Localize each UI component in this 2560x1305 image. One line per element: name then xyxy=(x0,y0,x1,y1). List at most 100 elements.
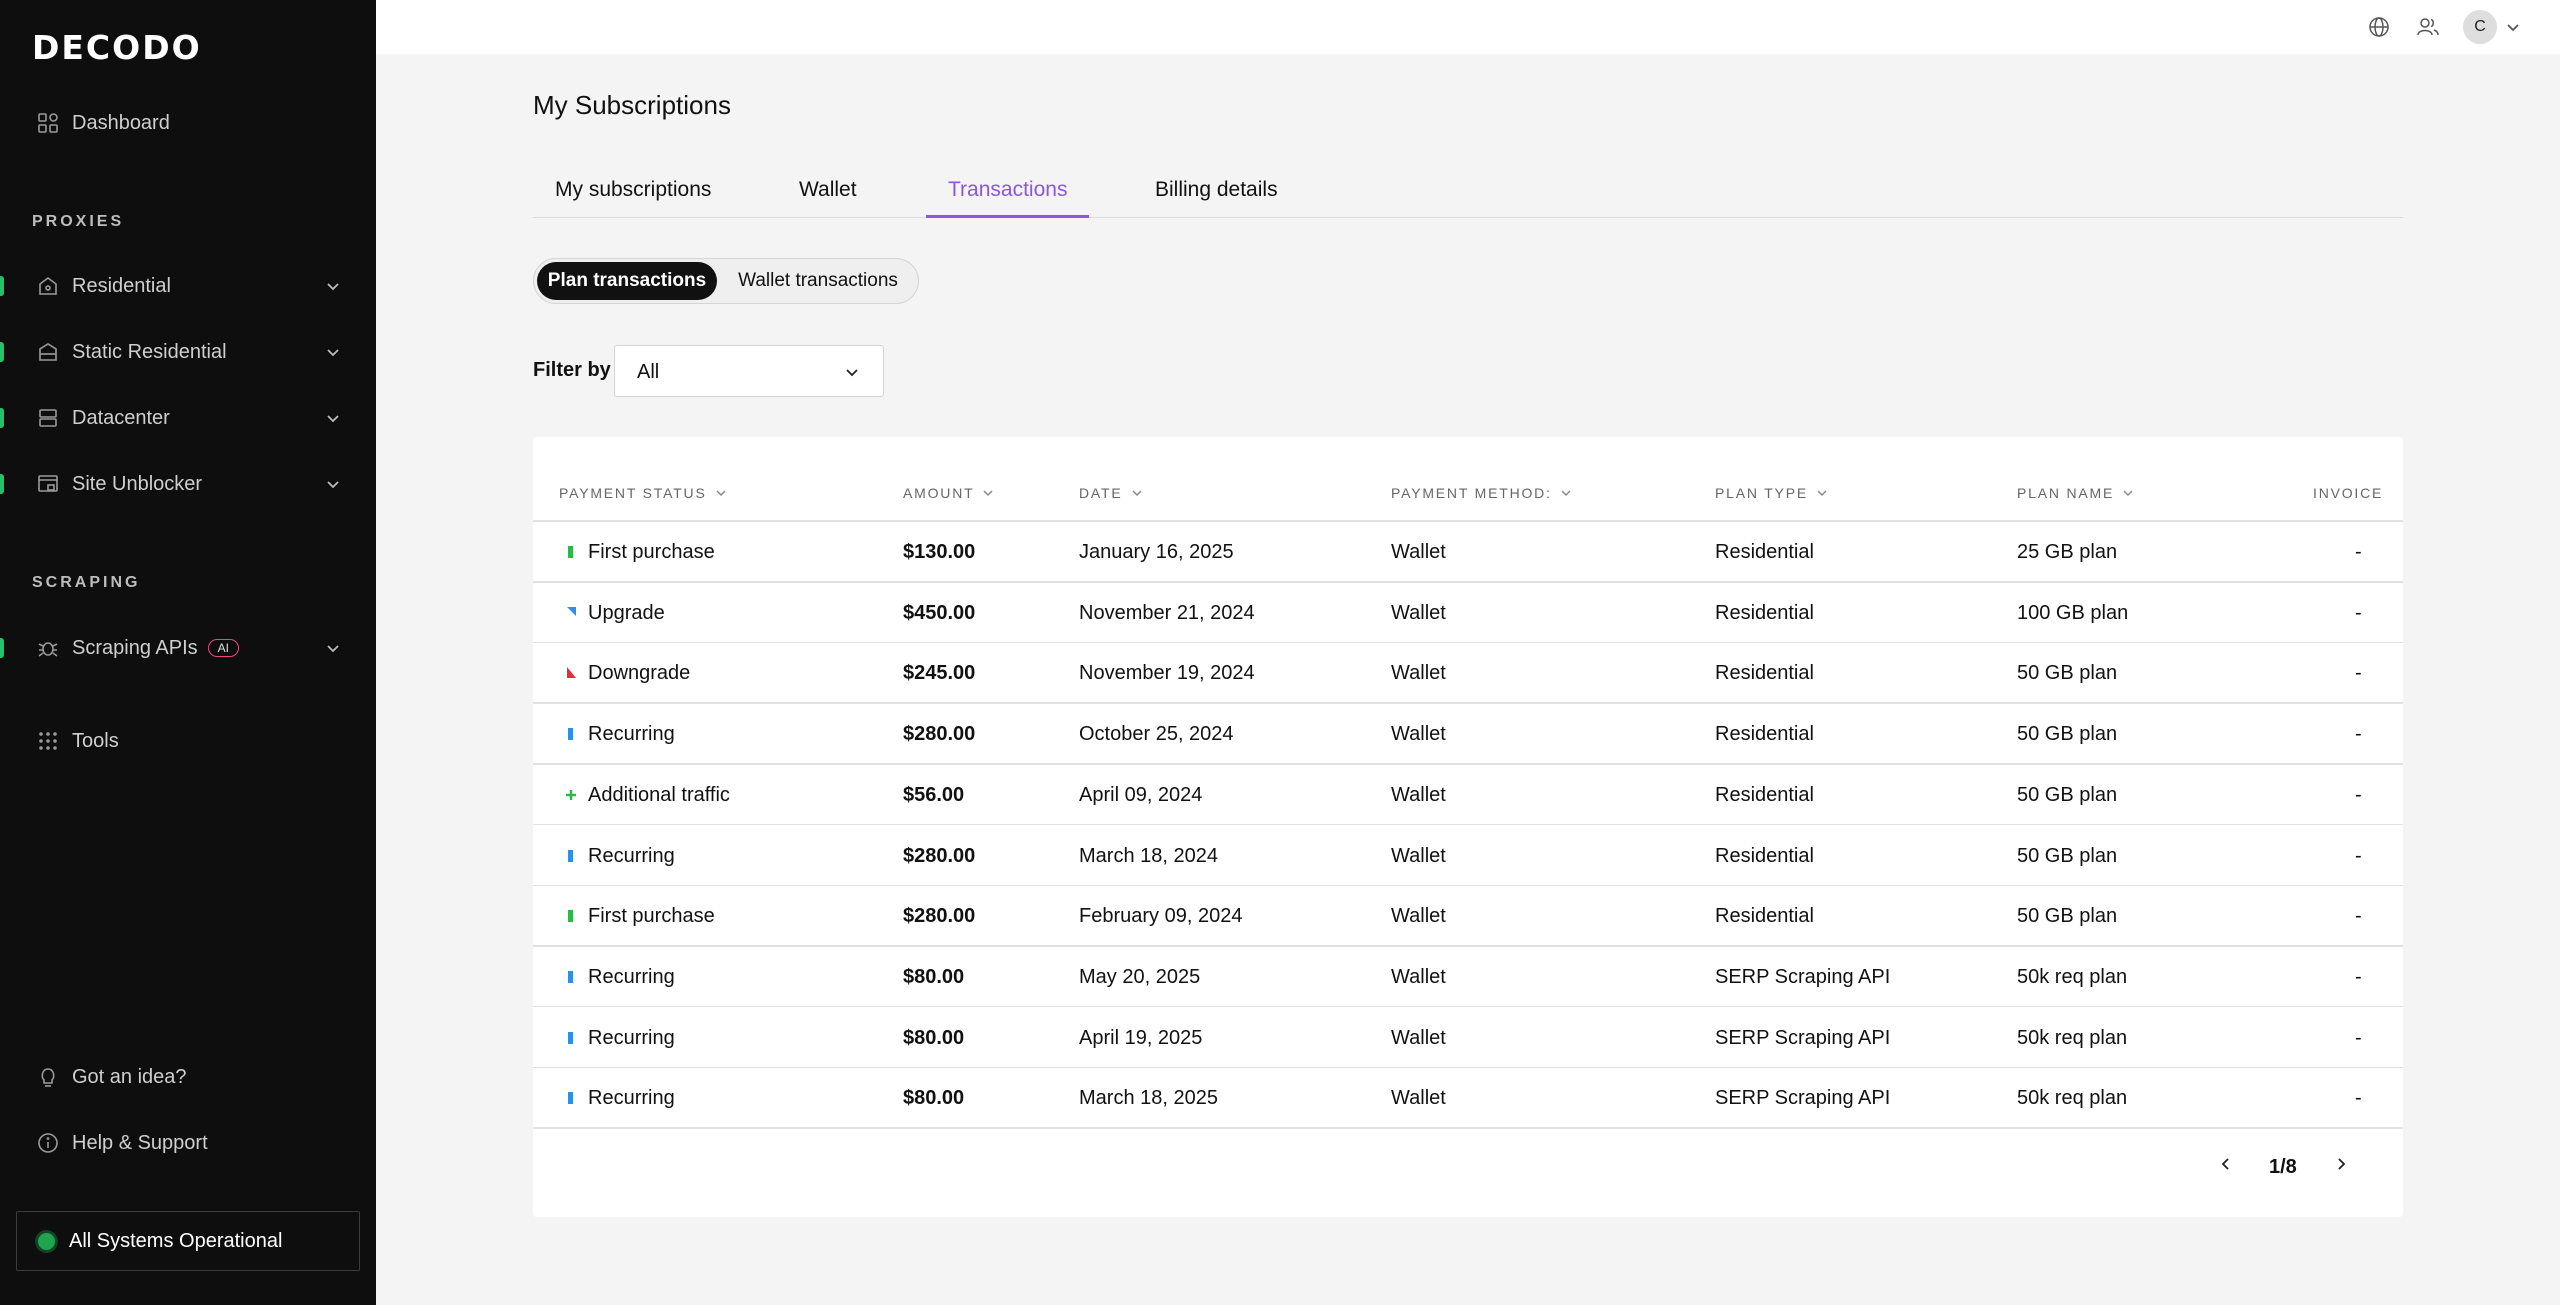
sidebar-item-scraping-apis[interactable]: Scraping APIs AI xyxy=(0,625,376,671)
cell-payment-status: Recurring xyxy=(588,844,675,867)
sidebar-item-label: Tools xyxy=(72,729,119,752)
row-divider xyxy=(533,1127,2403,1129)
cell-payment-method: Wallet xyxy=(1391,965,1446,988)
filter-select[interactable]: All xyxy=(614,345,884,397)
chevron-down-icon[interactable] xyxy=(322,637,344,659)
sidebar-item-got-idea[interactable]: Got an idea? xyxy=(0,1054,376,1100)
sidebar-item-label: Site Unblocker xyxy=(72,472,203,495)
browser-lock-icon xyxy=(35,471,61,497)
cell-plan-name: 50k req plan xyxy=(2017,1026,2128,1049)
cell-plan-type: SERP Scraping API xyxy=(1715,1026,1891,1049)
cell-payment-status: Recurring xyxy=(588,965,675,988)
header-label: PAYMENT METHOD: xyxy=(1391,485,1552,501)
tab-bar: My subscriptions Wallet Transactions Bil… xyxy=(533,160,2403,218)
active-marker xyxy=(0,276,4,296)
cell-amount: $80.00 xyxy=(903,1026,965,1049)
chevron-left-icon[interactable] xyxy=(2213,1151,2239,1177)
cell-amount: $245.00 xyxy=(903,662,976,685)
filter-label: Filter by xyxy=(533,359,611,381)
blue-bar-icon xyxy=(565,967,577,987)
green-bar-icon xyxy=(565,906,577,926)
cell-date: April 09, 2024 xyxy=(1079,783,1203,806)
plan-transactions-button[interactable]: Plan transactions xyxy=(537,262,717,300)
cell-payment-status: Additional traffic xyxy=(588,783,730,806)
cell-invoice: - xyxy=(2355,905,2362,928)
cell-plan-type: Residential xyxy=(1715,601,1814,624)
cell-payment-status: First purchase xyxy=(588,541,715,563)
sidebar-item-dashboard[interactable]: Dashboard xyxy=(0,100,376,146)
topbar xyxy=(376,0,2560,54)
logo[interactable]: DECODO xyxy=(32,28,202,67)
tab-transactions[interactable]: Transactions xyxy=(926,160,1090,218)
cell-payment-method: Wallet xyxy=(1391,1026,1446,1049)
chevron-right-icon[interactable] xyxy=(2328,1151,2354,1177)
column-header-amount[interactable]: AMOUNT xyxy=(903,485,994,501)
cell-payment-method: Wallet xyxy=(1391,844,1446,867)
cell-amount: $280.00 xyxy=(903,844,976,867)
header-label: PLAN NAME xyxy=(2017,485,2115,501)
cell-invoice: - xyxy=(2355,965,2362,988)
cell-payment-status: Upgrade xyxy=(588,601,665,624)
sidebar-item-tools[interactable]: Tools xyxy=(0,718,376,764)
chevron-down-icon[interactable] xyxy=(322,275,344,297)
cell-amount: $80.00 xyxy=(903,1087,965,1110)
sidebar-item-help-support[interactable]: Help & Support xyxy=(0,1120,376,1166)
table-row: First purchase $280.00 February 09, 2024 Wa… xyxy=(533,886,2403,947)
column-header-payment-status[interactable]: PAYMENT STATUS xyxy=(559,485,727,501)
sidebar-item-static-residential[interactable]: Static Residential xyxy=(0,329,376,375)
tab-my-subscriptions[interactable]: My subscriptions xyxy=(533,160,733,218)
status-dot-icon xyxy=(38,1233,55,1250)
column-header-plan-name[interactable]: PLAN NAME xyxy=(2017,485,2134,501)
chevron-down-icon xyxy=(841,361,863,383)
grid-dots-icon xyxy=(35,728,61,754)
column-header-plan-type[interactable]: PLAN TYPE xyxy=(1715,485,1828,501)
cell-invoice: - xyxy=(2355,601,2362,624)
active-marker xyxy=(0,638,4,658)
cell-amount: $280.00 xyxy=(903,905,976,928)
transaction-type-toggle: Plan transactions Wallet transactions xyxy=(533,258,919,304)
chevron-down-icon[interactable] xyxy=(322,341,344,363)
cell-date: November 19, 2024 xyxy=(1079,662,1255,685)
cell-payment-method: Wallet xyxy=(1391,541,1446,563)
blue-bar-icon xyxy=(565,724,577,744)
table-row: Recurring $80.00 March 18, 2025 Wallet SERP … xyxy=(533,1068,2403,1129)
blue-bar-icon xyxy=(565,1088,577,1108)
chevron-down-icon[interactable] xyxy=(2500,14,2526,40)
section-title-scraping: SCRAPING xyxy=(32,574,141,591)
cell-invoice: - xyxy=(2355,844,2362,867)
ai-badge: AI xyxy=(207,639,239,658)
globe-icon[interactable] xyxy=(2366,14,2392,40)
lightbulb-icon xyxy=(35,1064,61,1090)
cell-date: March 18, 2025 xyxy=(1079,1087,1218,1110)
server-icon xyxy=(35,405,61,431)
tab-billing-details[interactable]: Billing details xyxy=(1133,160,1300,218)
cell-plan-name: 50k req plan xyxy=(2017,965,2128,988)
cell-date: April 19, 2025 xyxy=(1079,1026,1203,1049)
chevron-down-icon[interactable] xyxy=(322,473,344,495)
table-row: Downgrade $245.00 November 19, 2024 Wallet R… xyxy=(533,643,2403,704)
sidebar-item-residential[interactable]: Residential xyxy=(0,263,376,309)
column-header-payment-method[interactable]: PAYMENT METHOD: xyxy=(1391,485,1572,501)
sidebar-item-site-unblocker[interactable]: Site Unblocker xyxy=(0,461,376,507)
column-header-date[interactable]: DATE xyxy=(1079,485,1143,501)
users-icon[interactable] xyxy=(2415,14,2441,40)
tab-wallet[interactable]: Wallet xyxy=(777,160,879,218)
building-icon xyxy=(35,339,61,365)
system-status[interactable]: All Systems Operational xyxy=(16,1211,360,1271)
sort-icon xyxy=(715,487,727,499)
header-label: DATE xyxy=(1079,485,1123,501)
table-row: First purchase $130.00 January 16, 2025 Wal… xyxy=(533,522,2403,583)
avatar[interactable]: C xyxy=(2463,10,2497,44)
cell-plan-type: Residential xyxy=(1715,541,1814,563)
sidebar-item-datacenter[interactable]: Datacenter xyxy=(0,395,376,441)
sidebar: DECODO Dashboard PROXIES Residential Sta… xyxy=(0,0,376,1305)
cell-date: January 16, 2025 xyxy=(1079,541,1234,563)
cell-amount: $56.00 xyxy=(903,783,965,806)
cell-plan-name: 25 GB plan xyxy=(2017,541,2118,563)
sidebar-item-label: Datacenter xyxy=(72,406,170,429)
wallet-transactions-button[interactable]: Wallet transactions xyxy=(720,262,916,300)
green-plus-icon xyxy=(565,785,577,805)
chevron-down-icon[interactable] xyxy=(322,407,344,429)
transactions-table: PAYMENT STATUS AMOUNT DATE PAYMENT METHO… xyxy=(533,437,2403,1217)
cell-payment-status: Recurring xyxy=(588,1087,675,1110)
